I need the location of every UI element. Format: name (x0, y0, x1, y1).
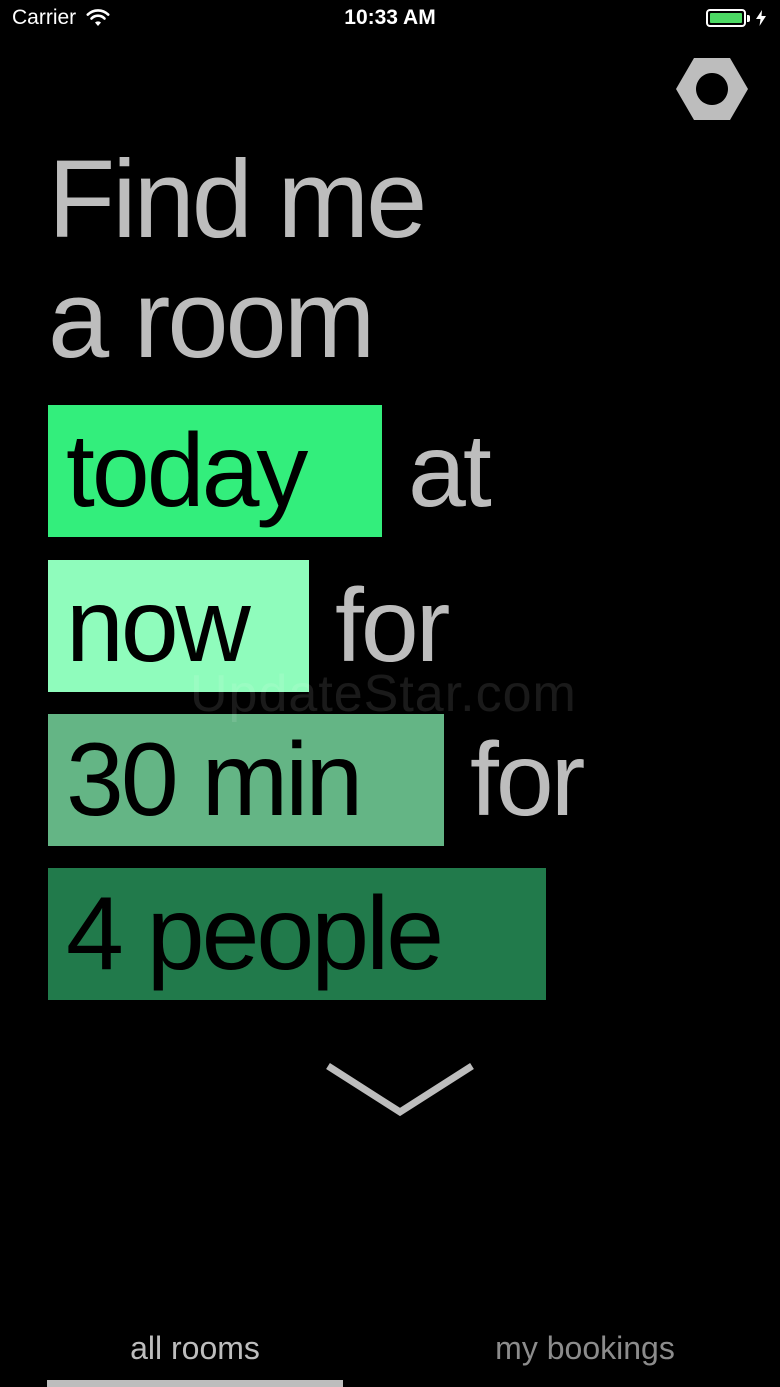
expand-button[interactable] (322, 1058, 478, 1124)
title-line-2: a room (48, 258, 375, 381)
start-connector: for (335, 567, 450, 684)
day-connector: at (408, 412, 492, 529)
battery-icon (706, 9, 746, 27)
battery-indicator (706, 9, 766, 27)
active-tab-indicator (47, 1380, 343, 1387)
duration-selector[interactable]: 30 min (48, 714, 444, 846)
status-bar: Carrier 10:33 AM (0, 0, 780, 40)
start-time-selector[interactable]: now (48, 560, 309, 692)
status-time: 10:33 AM (344, 6, 436, 29)
charging-bolt-icon (756, 10, 766, 26)
tab-bar: all rooms my bookings (0, 1310, 780, 1387)
battery-cap (747, 14, 750, 22)
day-selector[interactable]: today (48, 405, 382, 537)
attendees-selector[interactable]: 4 people (48, 868, 546, 1000)
hexagon-nut-icon (676, 58, 748, 120)
chevron-down-icon (326, 1063, 474, 1117)
tab-my-bookings[interactable]: my bookings (437, 1330, 733, 1367)
attendees-row: 4 people (48, 868, 546, 1000)
settings-button[interactable] (676, 56, 748, 122)
duration-connector: for (470, 721, 585, 838)
start-row: now for (48, 560, 450, 692)
tab-all-rooms[interactable]: all rooms (47, 1330, 343, 1367)
duration-row: 30 min for (48, 714, 585, 846)
battery-level (710, 13, 742, 23)
day-row: today at (48, 405, 492, 537)
title-line-1: Find me (48, 138, 427, 261)
page-title: Find me a room (48, 138, 427, 381)
